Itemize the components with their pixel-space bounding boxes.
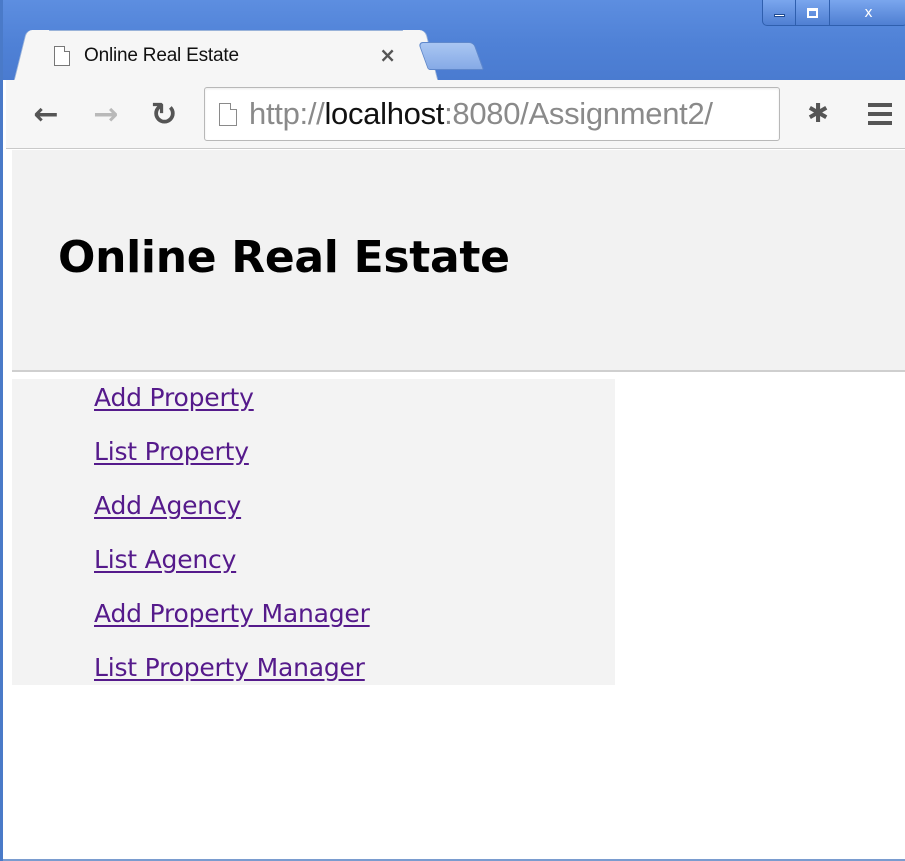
list-item: Add Property xyxy=(94,379,370,433)
list-property-manager-link[interactable]: List Property Manager xyxy=(94,653,365,682)
reload-button[interactable]: ↻ xyxy=(144,94,184,134)
title-bar: x Online Real Estate × xyxy=(3,0,905,80)
browser-toolbar: ← → ↻ http://localhost:8080/Assignment2/… xyxy=(6,80,905,149)
page-viewport: Online Real Estate Add Property List Pro… xyxy=(6,150,905,861)
forward-arrow-icon: → xyxy=(93,96,119,132)
navigation-panel: Add Property List Property Add Agency Li… xyxy=(12,379,615,685)
back-button[interactable]: ← xyxy=(26,94,66,134)
address-bar[interactable]: http://localhost:8080/Assignment2/ xyxy=(204,87,780,141)
maximize-button[interactable] xyxy=(796,0,830,26)
url-host: localhost xyxy=(324,96,445,131)
list-item: List Agency xyxy=(94,541,370,595)
back-arrow-icon: ← xyxy=(33,96,59,132)
minimize-icon xyxy=(773,14,785,17)
list-property-link[interactable]: List Property xyxy=(94,437,249,466)
tab-online-real-estate[interactable]: Online Real Estate × xyxy=(33,30,419,80)
new-tab-button[interactable] xyxy=(417,42,485,70)
page-icon xyxy=(219,102,237,126)
minimize-button[interactable] xyxy=(762,0,796,26)
add-agency-link[interactable]: Add Agency xyxy=(94,491,241,520)
page-title: Online Real Estate xyxy=(58,232,510,283)
add-property-link[interactable]: Add Property xyxy=(94,383,254,412)
list-item: Add Agency xyxy=(94,487,370,541)
menu-icon[interactable] xyxy=(862,96,898,132)
browser-window: x Online Real Estate × ← → ↻ http://loca… xyxy=(0,0,905,861)
extension-puzzle-icon: ✱ xyxy=(807,99,829,129)
list-item: List Property Manager xyxy=(94,649,370,703)
reload-icon: ↻ xyxy=(150,95,178,133)
list-item: List Property xyxy=(94,433,370,487)
window-controls: x xyxy=(762,0,905,28)
list-item: Add Property Manager xyxy=(94,595,370,649)
window-close-button[interactable]: x xyxy=(830,0,905,26)
window-close-icon: x xyxy=(864,4,873,21)
nav-link-list: Add Property List Property Add Agency Li… xyxy=(94,379,370,703)
menu-bar-line xyxy=(868,103,892,107)
forward-button[interactable]: → xyxy=(86,94,126,134)
add-property-manager-link[interactable]: Add Property Manager xyxy=(94,599,370,628)
url-path: :8080/Assignment2/ xyxy=(444,96,713,131)
page-icon xyxy=(54,45,70,66)
menu-bar-line xyxy=(868,121,892,125)
list-agency-link[interactable]: List Agency xyxy=(94,545,236,574)
tab-close-icon[interactable]: × xyxy=(379,43,396,67)
tab-title: Online Real Estate xyxy=(84,44,239,66)
maximize-icon xyxy=(807,7,818,18)
extensions-button[interactable]: ✱ xyxy=(800,96,836,132)
page-header: Online Real Estate xyxy=(12,150,905,372)
menu-bar-line xyxy=(868,112,892,116)
url-text: http://localhost:8080/Assignment2/ xyxy=(249,96,713,132)
url-scheme: http:// xyxy=(249,96,325,131)
